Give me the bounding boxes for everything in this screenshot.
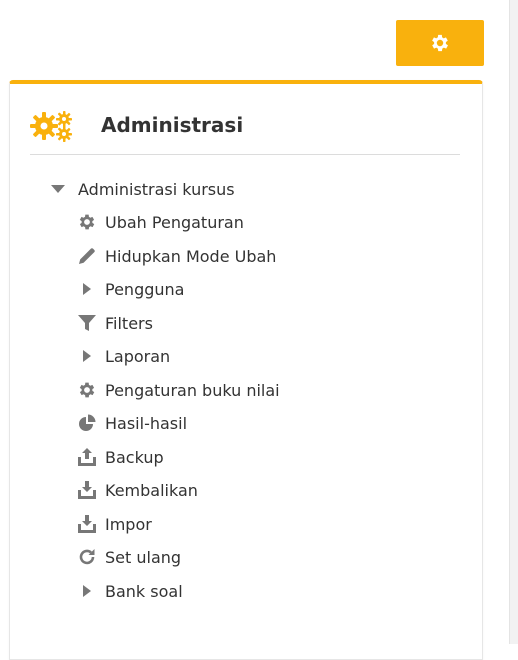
administration-block: Administrasi Administrasi kursus Ubah Pe…: [9, 80, 483, 660]
gear-icon: [77, 380, 97, 400]
pie-chart-icon: [77, 413, 97, 433]
gear-icon: [77, 212, 97, 232]
tree-item-question-bank[interactable]: Bank soal: [77, 578, 183, 604]
tree-item-import[interactable]: Impor: [77, 511, 152, 537]
tree-item-label: Hasil-hasil: [105, 413, 188, 433]
settings-button[interactable]: [396, 20, 484, 66]
caret-right-icon: [77, 581, 97, 601]
tree-item-filters[interactable]: Filters: [77, 310, 153, 336]
tree-root-label: Administrasi kursus: [78, 179, 235, 199]
caret-right-icon: [77, 279, 97, 299]
tree-item-label: Set ulang: [105, 547, 182, 567]
tree-item-reset[interactable]: Set ulang: [77, 544, 181, 570]
tree-item-restore[interactable]: Kembalikan: [77, 477, 198, 503]
tree-item-label: Backup: [105, 447, 164, 467]
tree-item-backup[interactable]: Backup: [77, 444, 164, 470]
tree-item-edit-settings[interactable]: Ubah Pengaturan: [77, 209, 244, 235]
tree-item-users[interactable]: Pengguna: [77, 276, 184, 302]
tree-item-label: Hidupkan Mode Ubah: [105, 246, 277, 266]
tree-item-label: Pengaturan buku nilai: [105, 380, 280, 400]
tree-item-label: Laporan: [105, 346, 171, 366]
tree-item-outcomes[interactable]: Hasil-hasil: [77, 410, 187, 436]
tree-item-label: Pengguna: [105, 279, 185, 299]
tree-item-label: Kembalikan: [105, 480, 198, 500]
gear-icon: [429, 32, 451, 54]
tree-item-label: Filters: [105, 313, 153, 333]
caret-right-icon: [77, 346, 97, 366]
tree-item-turn-editing-on[interactable]: Hidupkan Mode Ubah: [77, 243, 276, 269]
gears-icon: [30, 110, 76, 142]
tree-item-reports[interactable]: Laporan: [77, 343, 170, 369]
pencil-icon: [77, 246, 97, 266]
block-title: Administrasi: [101, 113, 244, 137]
download-icon: [77, 480, 97, 500]
download-icon: [77, 514, 97, 534]
tree-item-label: Impor: [105, 514, 152, 534]
caret-down-icon: [48, 179, 68, 199]
tree-item-label: Ubah Pengaturan: [105, 212, 244, 232]
block-header: Administrasi: [30, 108, 460, 155]
tree-item-label: Bank soal: [105, 581, 183, 601]
upload-icon: [77, 447, 97, 467]
tree-root-course-admin[interactable]: Administrasi kursus: [48, 176, 235, 202]
filter-icon: [77, 313, 97, 333]
tree-item-gradebook-setup[interactable]: Pengaturan buku nilai: [77, 377, 280, 403]
refresh-icon: [77, 547, 97, 567]
page-edge: [509, 0, 518, 644]
